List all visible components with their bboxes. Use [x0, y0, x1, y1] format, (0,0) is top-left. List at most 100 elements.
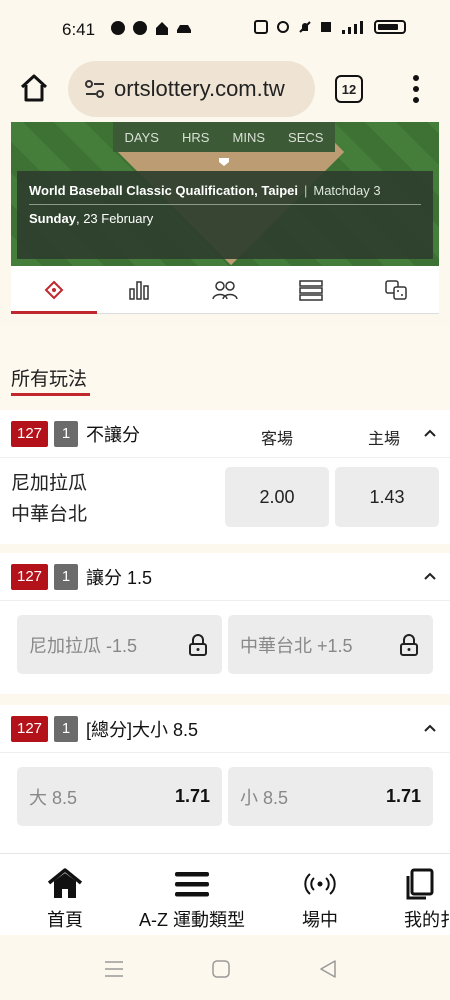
list-table-icon	[298, 279, 323, 301]
handicap-option-away[interactable]: 尼加拉瓜 -1.5	[17, 615, 222, 674]
address-bar[interactable]: ortslottery.com.tw	[68, 61, 315, 117]
match-date-rest: , 23 February	[75, 211, 154, 226]
countdown-mins-label: MINS	[232, 129, 266, 145]
browser-toolbar: ortslottery.com.tw 12	[0, 56, 450, 122]
countdown-secs-label: SECS	[288, 129, 324, 145]
tab-dice[interactable]	[353, 266, 439, 313]
countdown-hrs-label: HRS	[182, 129, 210, 145]
home-team-name: 中華台北	[11, 504, 88, 525]
market-name: [總分]大小 8.5	[86, 719, 199, 740]
system-status-icons	[254, 20, 406, 34]
players-icon	[212, 280, 238, 299]
chevron-up-icon[interactable]	[424, 427, 436, 439]
bottom-navigation: 首頁 A-Z 運動類型 場中 我的扌	[0, 853, 450, 935]
option-label: 尼加拉瓜 -1.5	[29, 635, 138, 656]
lock-icon	[189, 634, 207, 656]
bets-icon	[404, 868, 440, 900]
status-bar: 6:41	[0, 0, 450, 56]
match-subtabs	[11, 266, 439, 314]
baseball-field-icon	[44, 280, 64, 299]
market-num-badge: 1	[54, 563, 79, 590]
nav-home-label: 首頁	[47, 910, 83, 930]
competition-name: World Baseball Classic Qualification, Ta…	[29, 183, 298, 198]
market-num-badge: 1	[54, 420, 79, 447]
event-code-badge: 127	[11, 420, 49, 447]
market-num-badge: 1	[54, 715, 79, 742]
menu-icon	[174, 868, 210, 900]
market-name: 讓分 1.5	[86, 567, 153, 588]
odds-button-home[interactable]: 1.43	[335, 467, 439, 527]
odds-button-away[interactable]: 2.00	[225, 467, 329, 527]
recent-apps-icon[interactable]	[104, 960, 124, 978]
nav-my-bets[interactable]: 我的扌	[404, 854, 450, 936]
all-markets-header: 所有玩法	[0, 326, 450, 410]
tab-standings[interactable]	[268, 266, 354, 313]
handicap-option-home[interactable]: 中華台北 +1.5	[228, 615, 433, 674]
match-title: World Baseball Classic Qualification, Ta…	[29, 183, 381, 198]
notification-icons	[110, 20, 192, 36]
dice-icon	[385, 279, 407, 300]
url-text: ortslottery.com.tw	[114, 76, 285, 101]
chevron-up-icon[interactable]	[424, 722, 436, 734]
home-system-icon[interactable]	[211, 960, 231, 978]
option-odds: 1.71	[174, 786, 210, 806]
status-time: 6:41	[62, 20, 96, 39]
col-home-label: 主場	[368, 431, 401, 448]
tab-markets[interactable]	[11, 266, 97, 314]
option-label: 大 8.5	[29, 787, 78, 808]
market-header[interactable]: 127 1 不讓分 客場 主場	[0, 410, 450, 458]
tab-stats[interactable]	[97, 266, 183, 313]
browser-home-icon[interactable]	[18, 72, 50, 104]
option-label: 小 8.5	[240, 787, 289, 808]
nfc-icon	[254, 20, 268, 34]
chevron-up-icon[interactable]	[424, 570, 436, 582]
home-notif-icon	[156, 22, 168, 35]
browser-menu-icon[interactable]	[406, 72, 426, 106]
market-name: 不讓分	[86, 424, 141, 445]
event-code-badge: 127	[11, 563, 49, 590]
signal-icon	[342, 21, 363, 34]
total-option-over[interactable]: 大 8.5 1.71	[17, 767, 222, 826]
nav-home[interactable]: 首頁	[45, 854, 85, 936]
section-underline	[11, 393, 90, 396]
option-odds: 1.71	[385, 786, 421, 806]
away-team-name: 尼加拉瓜	[11, 473, 88, 494]
volte-icon	[321, 22, 331, 32]
matchday-label: Matchday 3	[313, 183, 381, 198]
total-option-under[interactable]: 小 8.5 1.71	[228, 767, 433, 826]
match-info: World Baseball Classic Qualification, Ta…	[17, 171, 433, 259]
match-date: Sunday, 23 February	[29, 211, 153, 226]
car-icon	[177, 25, 191, 33]
divider	[29, 204, 421, 205]
home-icon	[47, 868, 83, 900]
countdown: DAYS HRS MINS SECS	[113, 122, 335, 152]
nav-sports-az-label: A-Z 運動類型	[139, 910, 245, 930]
event-code-badge: 127	[11, 715, 49, 742]
market-header[interactable]: 127 1 讓分 1.5	[0, 553, 450, 601]
mute-icon	[299, 21, 311, 33]
match-date-day: Sunday	[29, 211, 76, 226]
lock-icon	[400, 634, 418, 656]
section-title[interactable]: 所有玩法	[11, 364, 87, 391]
market-header[interactable]: 127 1 [總分]大小 8.5	[0, 705, 450, 753]
market-moneyline: 127 1 不讓分 客場 主場 尼加拉瓜 中華台北 2.00 1.43	[0, 410, 450, 544]
nav-live-label: 場中	[302, 910, 338, 930]
bar-chart-icon	[129, 280, 150, 300]
chat-icon	[111, 21, 125, 35]
site-settings-icon[interactable]	[80, 74, 110, 104]
countdown-days-label: DAYS	[124, 129, 159, 145]
market-total: 127 1 [總分]大小 8.5 大 8.5 1.71 小 8.5 1.71	[0, 705, 450, 853]
battery-icon	[374, 20, 406, 34]
nav-sports-az[interactable]: A-Z 運動類型	[135, 854, 249, 936]
alarm-icon	[277, 21, 289, 33]
app-icon	[133, 21, 147, 35]
back-icon[interactable]	[318, 960, 338, 978]
option-label: 中華台北 +1.5	[240, 635, 353, 656]
nav-live[interactable]: 場中	[300, 854, 340, 936]
col-away-label: 客場	[261, 431, 294, 448]
live-icon	[302, 868, 338, 900]
nav-my-bets-label: 我的扌	[404, 910, 450, 930]
match-separator: |	[303, 183, 308, 198]
tab-switcher-button[interactable]: 12	[335, 75, 363, 103]
tab-lineups[interactable]	[182, 266, 268, 313]
